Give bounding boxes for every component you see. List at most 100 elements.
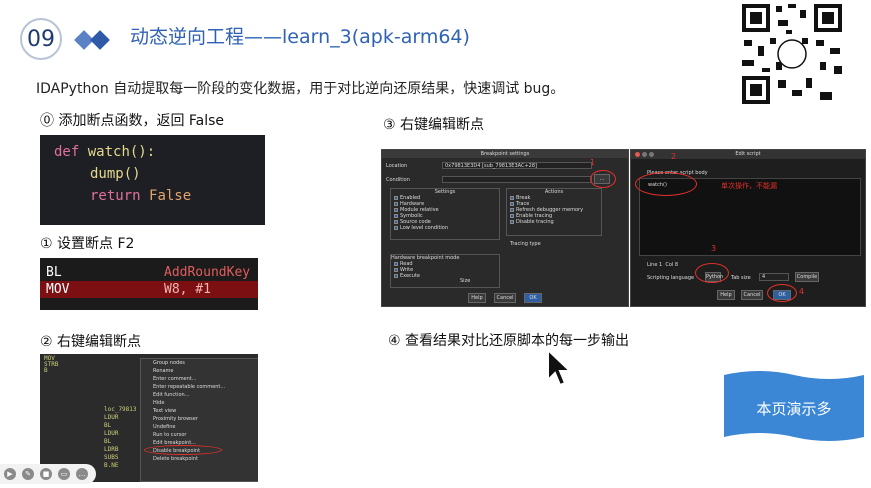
step-4-label: ④ 查看结果对比还原脚本的每一步输出 <box>388 333 629 349</box>
video-icon[interactable]: ■ <box>40 468 52 480</box>
checkbox-icon <box>394 226 398 230</box>
tracing-type-label: Tracing type <box>510 241 541 247</box>
asm-operand: W8, #1 <box>164 282 211 297</box>
subtitle: IDAPython 自动提取每一阶段的变化数据，用于对比逆向还原结果，快速调试 … <box>36 81 565 97</box>
asm-mnemonic: BL <box>46 265 62 280</box>
menu-item-label: Proximity browser <box>153 416 198 422</box>
checkbox-icon <box>394 220 398 224</box>
highlight-circle <box>635 172 697 196</box>
cancel-button[interactable]: Cancel <box>494 293 516 303</box>
asm-row-breakpoint[interactable]: MOV W8, #1 <box>40 281 258 298</box>
disassembly-view: BL AddRoundKey MOV W8, #1 <box>40 258 258 310</box>
line-indicator: Line 1 Col 8 <box>647 262 678 268</box>
checkbox-icon <box>394 268 398 272</box>
context-menu-item[interactable]: Rename <box>141 367 258 375</box>
marker-4: 4 <box>799 287 805 296</box>
context-menu-item[interactable]: Run to cursor <box>141 431 258 439</box>
menu-item-label: Rename <box>153 368 174 374</box>
chat-icon[interactable]: ▭ <box>58 468 70 480</box>
asm-mnemonic: MOV <box>46 282 70 297</box>
code-line: dump() <box>54 163 251 185</box>
code-line: LDUR <box>104 430 119 437</box>
help-button[interactable]: Help <box>468 293 486 303</box>
asm-row <box>40 258 258 264</box>
close-dot-icon[interactable] <box>635 152 640 157</box>
highlight-circle <box>767 284 797 302</box>
location-label: Location <box>386 163 408 169</box>
settings-list: Enabled Hardware Module relative Symbolic So… <box>391 195 499 231</box>
page-title: 动态逆向工程——learn_3(apk-arm64) <box>130 26 470 48</box>
checkbox-icon <box>510 214 514 218</box>
condition-label: Condition <box>386 177 410 183</box>
location-field[interactable]: 0x79813E3D4 [sub_79813E3AC+28] <box>442 162 592 169</box>
code-snippet: def watch(): dump() return False <box>40 135 265 225</box>
highlight-circle <box>144 445 222 455</box>
checkbox-icon <box>394 196 398 200</box>
banner-text: 本页演示多 <box>756 400 832 418</box>
pen-icon[interactable]: ✎ <box>22 468 34 480</box>
playback-bar: ▶ ✎ ■ ▭ … <box>0 464 96 484</box>
context-menu-item[interactable]: Group nodes <box>141 359 258 367</box>
menu-item-label: Edit function... <box>153 392 190 398</box>
code-line: BL <box>104 438 112 445</box>
checkbox-label: Execute <box>400 273 420 279</box>
context-menu-item[interactable]: Hide <box>141 399 258 407</box>
context-menu-screenshot: MOV STRB B loc_79813 LDUR BL LDUR BL LDRB SUBS B.… <box>40 354 258 482</box>
menu-item-label: Group nodes <box>153 360 185 366</box>
script-cancel-button[interactable]: Cancel <box>741 290 763 300</box>
ok-button[interactable]: OK <box>524 293 542 303</box>
code-value: False <box>149 188 192 204</box>
context-menu-item[interactable]: Text view <box>141 407 258 415</box>
step-0-label: ⓪ 添加断点函数，返回 False <box>40 113 225 129</box>
context-menu-item[interactable]: Edit function... <box>141 391 258 399</box>
step-2-label: ② 右键编辑断点 <box>40 334 142 350</box>
hw-mode-group: Hardware breakpoint mode Read Write Execut… <box>390 254 500 288</box>
ctx-code-list: MOV STRB B <box>44 356 58 374</box>
tab-size-field[interactable]: 4 <box>759 273 789 281</box>
compile-button[interactable]: Compile <box>795 272 819 282</box>
context-menu-item[interactable]: Enter comment... <box>141 375 258 383</box>
checkbox-label: Low level condition <box>400 225 449 231</box>
highlight-circle <box>590 170 616 188</box>
menu-item-label: Hide <box>153 400 165 406</box>
marker-3: 3 <box>711 244 717 253</box>
qr-code-icon <box>740 2 844 106</box>
mouse-pointer-icon <box>547 348 572 387</box>
context-menu-item[interactable]: Proximity browser <box>141 415 258 423</box>
context-menu-item[interactable]: Enter repeatable comment... <box>141 383 258 391</box>
more-icon[interactable]: … <box>76 468 88 480</box>
marker-2: 2 <box>671 152 677 161</box>
asm-row[interactable]: BL AddRoundKey <box>40 264 258 281</box>
code-line: B <box>44 367 48 374</box>
script-help-button[interactable]: Help <box>717 290 735 300</box>
breakpoint-settings-dialog: Breakpoint settings Location 0x79813E3D4… <box>381 149 629 307</box>
menu-item-label: Enter comment... <box>153 376 197 382</box>
context-menu: Group nodes Rename Enter comment... Enter r… <box>140 358 258 482</box>
actions-group: Actions Break Trace Refresh debugger memor… <box>506 188 602 236</box>
checkbox-icon <box>510 220 514 224</box>
context-menu-item[interactable]: Delete breakpoint <box>141 455 258 463</box>
play-icon[interactable]: ▶ <box>4 468 16 480</box>
code-line: BL <box>104 422 112 429</box>
edit-script-dialog: Edit script 2 Please enter script body w… <box>630 149 866 307</box>
checkbox-row[interactable]: Execute <box>391 273 499 279</box>
checkbox-label: Disable tracing <box>516 219 554 225</box>
menu-item-label: Text view <box>153 408 177 414</box>
slide: 09 动态逆向工程——learn_3(apk-arm64) IDAPython … <box>0 0 871 488</box>
script-dialog-title: Edit script <box>631 150 865 159</box>
checkbox-row[interactable]: Disable tracing <box>507 219 601 225</box>
checkbox-icon <box>510 202 514 206</box>
condition-field[interactable] <box>442 176 592 183</box>
context-menu-item[interactable]: Undefine <box>141 423 258 431</box>
section-number: 09 <box>27 26 55 52</box>
checkbox-icon <box>510 196 514 200</box>
code-keyword: def <box>54 144 80 160</box>
menu-item-label: Run to cursor <box>153 432 187 438</box>
diamond-icon <box>90 30 110 50</box>
marker-1: 1 <box>590 158 596 167</box>
section-number-badge: 09 <box>20 18 62 60</box>
col-number: Col 8 <box>665 262 679 268</box>
line-number: Line 1 <box>647 262 663 268</box>
menu-item-label: Undefine <box>153 424 176 430</box>
checkbox-row[interactable]: Low level condition <box>391 225 499 231</box>
